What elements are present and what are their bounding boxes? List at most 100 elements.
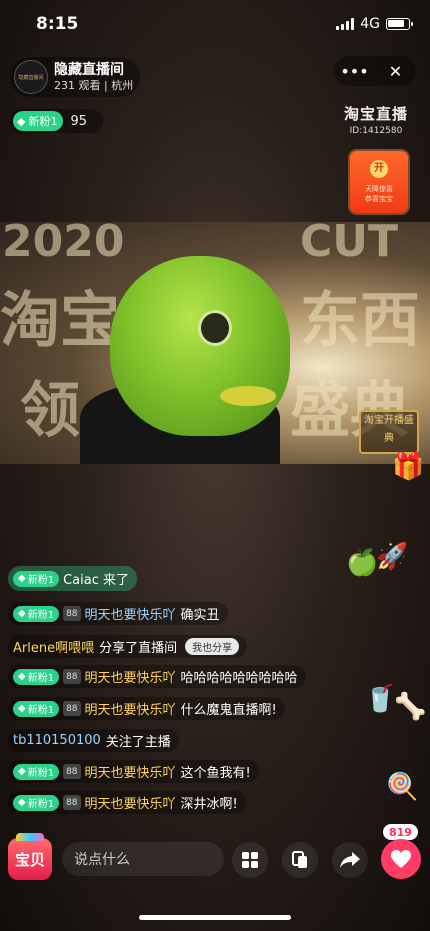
fan-tag-label: 新粉1 bbox=[27, 799, 55, 810]
status-time: 8:15 bbox=[36, 14, 79, 34]
grid-button[interactable] bbox=[232, 842, 268, 878]
level-tag: 88 bbox=[63, 701, 81, 716]
fan-tag-label: 新粉1 bbox=[27, 673, 55, 684]
chat-placeholder: 说点什么 bbox=[74, 852, 130, 868]
shop-label: 宝贝 bbox=[14, 850, 45, 869]
message-text: Caiac 来了 bbox=[63, 573, 129, 588]
message-user[interactable]: 明天也要快乐吖 bbox=[85, 699, 176, 718]
video-bg-text: 领 bbox=[20, 376, 80, 446]
more-dots-icon[interactable]: ••• bbox=[337, 62, 373, 81]
battery-level bbox=[388, 20, 404, 27]
red-packet-line2: 恭喜宝宝 bbox=[365, 195, 393, 203]
fan-tag: ◆ 新粉1 bbox=[13, 668, 60, 685]
red-packet-line1: 天降惊喜 bbox=[365, 185, 393, 193]
level-tag: 88 bbox=[63, 669, 81, 684]
copy-icon bbox=[292, 851, 307, 868]
fish-eye bbox=[198, 310, 232, 346]
share-arrow-icon bbox=[340, 852, 360, 868]
video-bg-text: 东西 bbox=[300, 286, 420, 356]
fish-mask bbox=[110, 256, 290, 436]
brand-logo: 淘宝直播 ID:1412580 bbox=[344, 103, 408, 136]
red-packet-open: 开 bbox=[370, 160, 388, 178]
fan-tag-label: 新粉1 bbox=[27, 575, 55, 586]
list-item: Arlene啊喂喂 分享了直播间 我也分享 bbox=[8, 635, 248, 658]
event-stamp: 淘宝开播盛典 bbox=[359, 410, 419, 454]
list-item: ◆ 新粉1 88 明天也要快乐吖 什么魔鬼直播啊! bbox=[8, 697, 285, 720]
message-text: 关注了主播 bbox=[105, 735, 171, 750]
avatar[interactable]: 隐藏直播间 bbox=[14, 60, 48, 94]
video-stream[interactable]: 2020 淘宝 东西 领 盛典 CUT 淘宝开播盛典 bbox=[0, 222, 430, 464]
apple-icon: 🍏 bbox=[346, 548, 379, 578]
list-item: tb110150100 关注了主播 bbox=[8, 729, 179, 752]
fan-tag: ◆ 新粉1 bbox=[13, 763, 60, 780]
avatar-label: 隐藏直播间 bbox=[18, 74, 44, 81]
fan-tag-label: 新粉1 bbox=[27, 610, 55, 621]
close-icon[interactable]: ✕ bbox=[378, 62, 414, 81]
grid-icon bbox=[242, 852, 258, 868]
host-meta: 231 观看 | 杭州 bbox=[54, 79, 134, 92]
message-user[interactable]: 明天也要快乐吖 bbox=[85, 604, 176, 623]
share-action-button[interactable] bbox=[332, 842, 368, 878]
fan-tag: ◆ 新粉1 bbox=[13, 794, 60, 811]
video-bg-text: 淘宝 bbox=[0, 286, 120, 356]
video-bg-text: CUT bbox=[300, 222, 399, 267]
logo-text: 淘宝直播 bbox=[343, 105, 408, 123]
video-bg-text: 2020 bbox=[2, 222, 125, 267]
host-name: 隐藏直播间 bbox=[54, 62, 124, 78]
fan-tag: ◆ 新粉1 bbox=[13, 570, 60, 587]
message-user[interactable]: 明天也要快乐吖 bbox=[85, 762, 176, 781]
fan-tag: ◆ 新粉1 bbox=[13, 605, 60, 622]
like-button[interactable] bbox=[381, 839, 421, 879]
fan-pill: ◆ 新粉1 bbox=[13, 111, 64, 131]
fan-tag: ◆ 新粉1 bbox=[13, 700, 60, 717]
message-text: 深井冰啊! bbox=[180, 797, 238, 812]
message-text: 什么魔鬼直播啊! bbox=[180, 703, 277, 718]
battery-icon bbox=[386, 18, 413, 30]
message-user[interactable]: 明天也要快乐吖 bbox=[85, 667, 176, 686]
message-text: 确实丑 bbox=[180, 608, 220, 623]
status-indicators: 4G bbox=[336, 16, 413, 32]
list-item: ◆ 新粉1 88 明天也要快乐吖 这个鱼我有! bbox=[8, 760, 259, 783]
message-user[interactable]: tb110150100 bbox=[13, 733, 101, 748]
list-item: ◆ 新粉1 88 明天也要快乐吖 深井冰啊! bbox=[8, 791, 246, 814]
host-card[interactable]: 隐藏直播间 隐藏直播间 231 观看 | 杭州 bbox=[10, 57, 140, 97]
message-text: 这个鱼我有! bbox=[180, 766, 251, 781]
message-text: 哈哈哈哈哈哈哈哈哈 bbox=[180, 671, 298, 686]
bone-icon: 🦴 bbox=[394, 692, 427, 722]
host-text: 隐藏直播间 231 观看 | 杭州 bbox=[54, 61, 133, 93]
gift-icon: 🎁 bbox=[392, 452, 425, 482]
fan-label: 新粉1 bbox=[28, 115, 58, 128]
signal-icon bbox=[336, 18, 355, 30]
chat-input[interactable]: 说点什么 bbox=[62, 842, 224, 876]
list-item: ◆ 新粉1 88 明天也要快乐吖 哈哈哈哈哈哈哈哈哈 bbox=[8, 665, 306, 688]
level-tag: 88 bbox=[63, 764, 81, 779]
message-text: 分享了直播间 bbox=[99, 641, 178, 656]
fan-tag-label: 新粉1 bbox=[27, 768, 55, 779]
message-user[interactable]: 明天也要快乐吖 bbox=[85, 793, 176, 812]
copy-button[interactable] bbox=[282, 842, 318, 878]
level-tag: 88 bbox=[63, 606, 81, 621]
rocket-icon: 🚀 bbox=[376, 542, 409, 572]
red-packet-text: 天降惊喜 恭喜宝宝 bbox=[350, 184, 408, 204]
fan-tag-label: 新粉1 bbox=[27, 705, 55, 716]
heart-icon bbox=[391, 850, 411, 868]
bottom-bar: 宝贝 说点什么 bbox=[0, 833, 430, 885]
level-tag: 88 bbox=[63, 795, 81, 810]
network-label: 4G bbox=[360, 16, 380, 32]
fan-badge[interactable]: ◆ 新粉1 95 bbox=[10, 109, 103, 133]
candy-cane-icon: 🍭 bbox=[386, 772, 419, 802]
red-packet[interactable]: 开 天降惊喜 恭喜宝宝 bbox=[350, 151, 408, 213]
shop-button[interactable]: 宝贝 bbox=[8, 833, 52, 880]
drink-icon: 🥤 bbox=[364, 684, 397, 714]
top-controls: ••• ✕ bbox=[334, 56, 416, 86]
share-button[interactable]: 我也分享 bbox=[185, 638, 240, 655]
fish-mouth bbox=[220, 386, 276, 406]
diamond-icon: ◆ bbox=[17, 114, 26, 128]
message-user[interactable]: Arlene啊喂喂 bbox=[13, 637, 94, 656]
status-bar: 8:15 4G bbox=[0, 0, 430, 48]
home-indicator[interactable] bbox=[139, 915, 291, 920]
fan-count: 95 bbox=[70, 113, 88, 129]
list-item: ◆ 新粉1 Caiac 来了 bbox=[8, 566, 137, 591]
room-id: ID:1412580 bbox=[349, 126, 403, 136]
list-item: ◆ 新粉1 88 明天也要快乐吖 确实丑 bbox=[8, 602, 228, 625]
